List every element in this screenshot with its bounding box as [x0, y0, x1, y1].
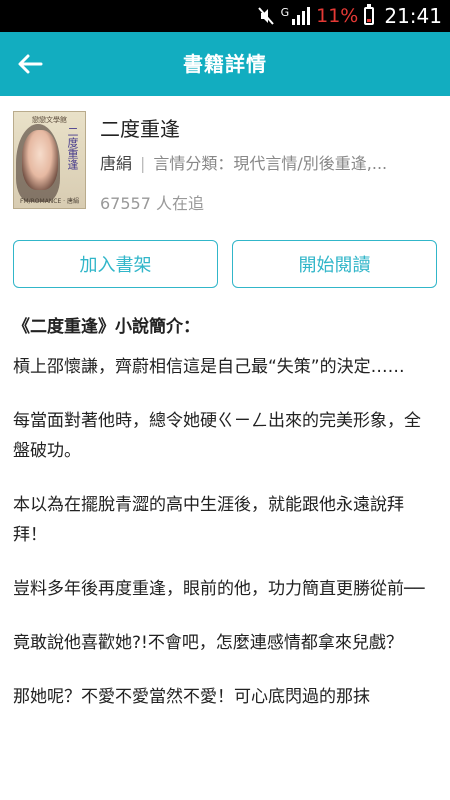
- cover-bottom-text: FM/ROMANCE · 唐絹: [19, 198, 79, 205]
- network-type: G: [280, 6, 290, 19]
- cover-portrait: [22, 130, 58, 190]
- status-icons: G 11% 21:41: [257, 0, 442, 32]
- signal-icon: [292, 7, 311, 25]
- follower-count: 67557 人在追: [100, 194, 204, 213]
- cover-title: 二度重逢: [66, 126, 79, 170]
- start-reading-button[interactable]: 開始閱讀: [232, 240, 437, 288]
- intro-paragraph: 每當面對著他時，總令她硬ㄍㄧㄥ出來的完美形象，全盤破功。: [13, 411, 421, 461]
- page-title: 書籍詳情: [183, 52, 267, 76]
- book-category: 言情分類：現代言情/別後重逢,...: [153, 154, 388, 173]
- app-bar: 書籍詳情: [0, 32, 450, 96]
- book-intro: 《二度重逢》小說簡介： 槓上邵懷謙，齊蔚相信這是自己最“失策”的決定…… 每當面…: [13, 312, 437, 736]
- intro-paragraph: 槓上邵懷謙，齊蔚相信這是自己最“失策”的決定……: [13, 357, 405, 377]
- book-meta: 唐絹 | 言情分類：現代言情/別後重逢,...: [100, 150, 440, 174]
- battery-percent: 11%: [316, 5, 359, 27]
- intro-paragraph: 豈料多年後再度重逢，眼前的他，功力簡直更勝從前──: [13, 579, 425, 599]
- battery-icon: [364, 4, 375, 25]
- add-to-shelf-button[interactable]: 加入書架: [13, 240, 218, 288]
- intro-heading: 《二度重逢》小說簡介：: [13, 317, 200, 337]
- clock: 21:41: [384, 4, 442, 28]
- intro-paragraph: 那她呢？不愛不愛當然不愛！可心底閃過的那抹: [13, 687, 370, 707]
- intro-paragraph: 本以為在擺脫青澀的高中生涯後，就能跟他永遠說拜拜！: [13, 495, 404, 545]
- book-title: 二度重逢: [100, 117, 180, 141]
- meta-separator: |: [140, 154, 146, 173]
- cover-publisher: 戀戀文學館: [32, 116, 67, 124]
- action-bar: 加入書架 開始閱讀: [0, 226, 450, 302]
- mute-icon: [257, 7, 274, 25]
- book-author[interactable]: 唐絹: [100, 154, 132, 173]
- status-bar: G 11% 21:41: [0, 0, 450, 32]
- intro-paragraph: 竟敢說他喜歡她?!不會吧，怎麼連感情都拿來兒戲？: [13, 633, 403, 653]
- book-cover[interactable]: 戀戀文學館 二度重逢 FM/ROMANCE · 唐絹: [13, 111, 86, 209]
